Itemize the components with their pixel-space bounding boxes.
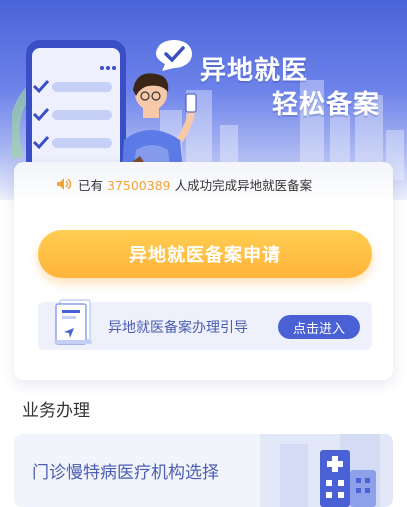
service-item-label: 门诊慢特病医疗机构选择 bbox=[32, 463, 219, 483]
hero-title-line1: 异地就医 bbox=[200, 56, 309, 86]
section-title: 业务办理 bbox=[22, 401, 90, 421]
notice-bar: 已有 37500389 人成功完成异地就医备案 bbox=[14, 162, 393, 206]
notice-text: 已有 37500389 人成功完成异地就医备案 bbox=[56, 175, 312, 194]
guide-banner[interactable]: 异地就医备案办理引导 点击进入 bbox=[38, 299, 372, 350]
service-item-chronic-disease[interactable]: 门诊慢特病医疗机构选择 bbox=[14, 434, 393, 507]
hospital-icon bbox=[260, 434, 393, 507]
hero-title: 异地就医 轻松备案 bbox=[200, 54, 380, 122]
guide-label: 异地就医备案办理引导 bbox=[108, 320, 248, 336]
apply-button[interactable]: 异地就医备案申请 bbox=[38, 230, 372, 278]
guide-enter-button[interactable]: 点击进入 bbox=[278, 315, 360, 339]
main-card: 已有 37500389 人成功完成异地就医备案 异地就医备案申请 异地就医备案办… bbox=[14, 162, 393, 380]
notice-count: 37500389 bbox=[106, 177, 171, 193]
document-icon bbox=[54, 299, 92, 345]
hero-title-line2: 轻松备案 bbox=[272, 90, 381, 120]
chat-check-icon bbox=[156, 40, 192, 71]
notice-prefix: 已有 bbox=[78, 177, 107, 193]
speaker-icon bbox=[57, 178, 72, 190]
notice-suffix: 人成功完成异地就医备案 bbox=[170, 177, 313, 193]
